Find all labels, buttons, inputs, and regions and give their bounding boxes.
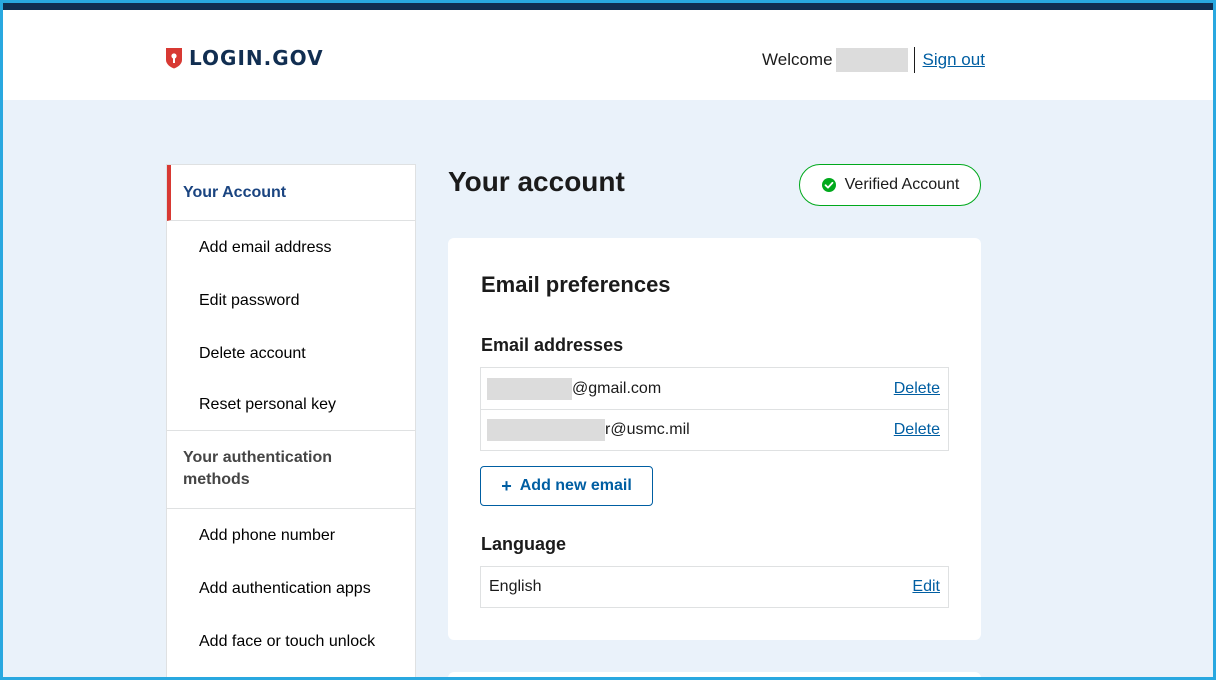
sidebar-item-delete-account[interactable]: Delete account	[167, 327, 415, 380]
browser-frame: LOGIN.GOV Welcome Sign out Your Account …	[3, 3, 1213, 677]
logo-text: LOGIN.GOV	[189, 46, 324, 70]
email-address: @gmail.com	[487, 377, 662, 400]
sidebar-item-edit-password[interactable]: Edit password	[167, 274, 415, 327]
sidebar-item-add-phone[interactable]: Add phone number	[167, 509, 415, 562]
delete-email-link[interactable]: Delete	[894, 421, 940, 439]
site-header: LOGIN.GOV Welcome Sign out	[3, 10, 1213, 100]
redacted-email-local	[487, 377, 572, 400]
top-accent-bar	[3, 3, 1213, 10]
sidebar-item-auth-methods[interactable]: Your authentication methods	[167, 431, 415, 509]
sidebar-item-your-account[interactable]: Your Account	[167, 165, 415, 221]
add-new-email-label: Add new email	[519, 477, 632, 494]
email-addresses-label: Email addresses	[481, 335, 624, 355]
language-row: English Edit	[480, 566, 949, 608]
email-address: r@usmc.mil	[487, 419, 690, 441]
edit-language-link[interactable]: Edit	[912, 578, 940, 596]
sidebar-nav: Your Account Add email address Edit pass…	[166, 164, 416, 677]
verified-badge: Verified Account	[799, 164, 981, 206]
plus-icon: +	[501, 475, 512, 496]
language-label: Language	[481, 534, 567, 554]
email-domain: r@usmc.mil	[605, 421, 690, 438]
delete-email-link[interactable]: Delete	[894, 380, 940, 398]
sign-out-link[interactable]: Sign out	[923, 50, 985, 70]
email-preferences-card: Email preferences Email addresses @gmail…	[448, 238, 981, 640]
logo[interactable]: LOGIN.GOV	[165, 46, 324, 70]
list-item: r@usmc.mil Delete	[481, 409, 948, 450]
header-divider	[913, 47, 915, 73]
shield-lock-icon	[166, 48, 182, 69]
list-item: @gmail.com Delete	[481, 368, 948, 409]
sidebar-item-add-face-touch[interactable]: Add face or touch unlock	[167, 615, 415, 668]
email-list: @gmail.com Delete r@usmc.mil Delete	[480, 367, 949, 451]
email-domain: @gmail.com	[572, 379, 662, 397]
check-circle-icon	[821, 178, 836, 192]
language-value: English	[489, 578, 542, 595]
sidebar-item-add-email[interactable]: Add email address	[167, 221, 415, 274]
welcome-area: Welcome Sign out	[762, 47, 985, 73]
verified-badge-label: Verified Account	[844, 176, 960, 193]
sidebar-item-add-auth-apps[interactable]: Add authentication apps	[167, 562, 415, 615]
add-new-email-button[interactable]: + Add new email	[480, 466, 653, 506]
welcome-label: Welcome	[762, 50, 833, 69]
redacted-username	[835, 48, 908, 72]
card-title: Email preferences	[481, 272, 671, 297]
page-title: Your account	[448, 166, 625, 197]
redacted-email-local	[487, 419, 605, 441]
sidebar-item-reset-personal-key[interactable]: Reset personal key	[167, 380, 415, 431]
next-card-edge	[448, 672, 981, 677]
